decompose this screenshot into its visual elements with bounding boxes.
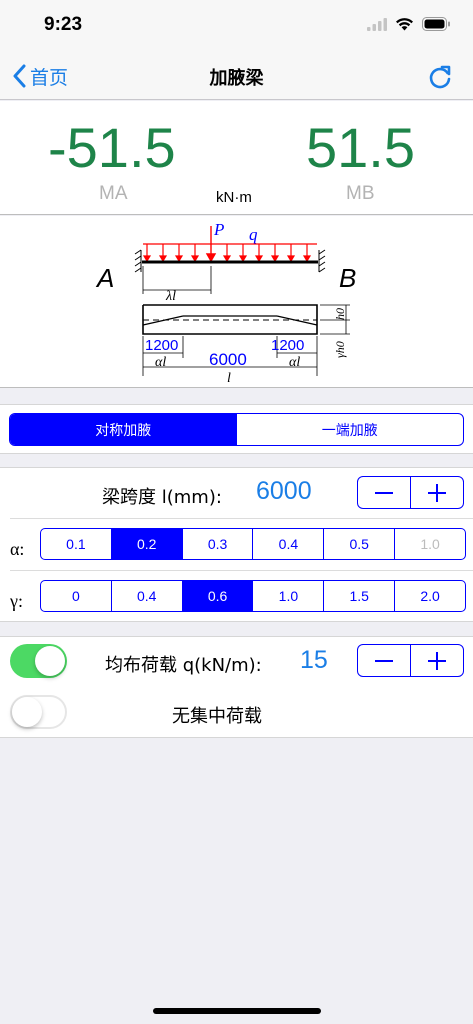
divider <box>10 570 473 571</box>
toggle-knob <box>35 646 65 676</box>
uniform-load-stepper <box>357 644 464 677</box>
haunch-mode-segmented-control: 对称加腋 一端加腋 <box>9 413 464 446</box>
toggle-knob <box>12 697 42 727</box>
alpha-option-1-0: 1.0 <box>394 529 465 559</box>
alpha-option-0-4[interactable]: 0.4 <box>252 529 323 559</box>
alpha-options: 0.1 0.2 0.3 0.4 0.5 1.0 <box>40 528 466 560</box>
navigation-bar: 首页 加腋梁 <box>0 52 473 100</box>
divider <box>10 518 473 519</box>
cellular-icon <box>367 16 387 35</box>
moment-unit: kN·m <box>216 189 252 206</box>
label-l: l <box>227 371 231 386</box>
moment-b-value: 51.5 <box>306 116 415 179</box>
gamma-option-0[interactable]: 0 <box>41 581 111 611</box>
label-q: q <box>249 225 258 244</box>
gamma-options: 0 0.4 0.6 1.0 1.5 2.0 <box>40 580 466 612</box>
moment-a-value: -51.5 <box>48 116 176 179</box>
uniform-load-arrows <box>142 243 317 263</box>
plus-icon <box>428 651 446 670</box>
status-bar: 9:23 <box>0 0 473 52</box>
moment-a-label: MA <box>99 183 128 204</box>
page-title: 加腋梁 <box>209 68 264 89</box>
span-length: 6000 <box>209 350 247 369</box>
alpha-option-0-3[interactable]: 0.3 <box>181 529 253 559</box>
label-gamma-h0: γh0 <box>333 341 347 358</box>
uniform-load-value: 15 <box>300 646 328 674</box>
label-lambda-l: λl <box>165 289 176 304</box>
alpha-option-0-2[interactable]: 0.2 <box>110 529 182 559</box>
uniform-load-label: 均布荷载 q(kN/m): <box>105 655 262 676</box>
span-stepper <box>357 476 464 509</box>
gamma-option-2-0[interactable]: 2.0 <box>394 581 465 611</box>
haunch-mode-section: 对称加腋 一端加腋 <box>0 404 473 454</box>
load-decrement-button[interactable] <box>358 645 410 676</box>
moment-b-label: MB <box>346 183 375 204</box>
plus-icon <box>428 483 446 502</box>
uniform-load-toggle[interactable] <box>10 644 67 678</box>
gamma-option-0-4[interactable]: 0.4 <box>110 581 182 611</box>
label-h0: h0 <box>333 308 347 320</box>
alpha-label: α: <box>10 539 25 559</box>
label-alpha-l-right: αl <box>289 355 300 370</box>
minus-icon <box>375 659 393 662</box>
label-b: B <box>339 263 356 293</box>
gamma-label: γ: <box>10 591 23 611</box>
status-icons <box>367 16 451 35</box>
parameters-section: 梁跨度 l(mm): 6000 α: 0.1 0.2 0.3 0.4 0.5 1… <box>0 467 473 622</box>
moment-results: -51.5 51.5 MA kN·m MB <box>0 101 473 215</box>
label-a: A <box>95 263 114 293</box>
loads-section: 均布荷载 q(kN/m): 15 无集中荷载 <box>0 636 473 738</box>
gamma-option-1-5[interactable]: 1.5 <box>323 581 394 611</box>
label-alpha-l-left: αl <box>155 355 166 370</box>
minus-icon <box>375 491 393 494</box>
gamma-option-1-0[interactable]: 1.0 <box>252 581 323 611</box>
span-increment-button[interactable] <box>410 477 463 508</box>
left-haunch-length: 1200 <box>145 337 178 354</box>
alpha-option-0-1[interactable]: 0.1 <box>41 529 111 559</box>
point-load-label: 无集中荷载 <box>172 706 262 727</box>
point-load-toggle[interactable] <box>10 695 67 729</box>
wifi-icon <box>395 16 414 35</box>
battery-icon <box>422 16 451 35</box>
alpha-option-0-5[interactable]: 0.5 <box>323 529 394 559</box>
beam-diagram: P q A B λl h0 γh0 1200 6000 1200 αl αl l <box>0 216 473 388</box>
gamma-option-0-6[interactable]: 0.6 <box>181 581 253 611</box>
span-decrement-button[interactable] <box>358 477 410 508</box>
home-indicator <box>153 1008 321 1014</box>
label-p: P <box>213 220 224 239</box>
status-time: 9:23 <box>44 14 83 35</box>
refresh-icon <box>429 65 451 89</box>
segment-symmetric-haunch[interactable]: 对称加腋 <box>10 414 237 445</box>
segment-one-end-haunch[interactable]: 一端加腋 <box>237 414 464 445</box>
span-value: 6000 <box>256 477 312 505</box>
beam-diagram-svg: P q A B λl h0 γh0 1200 6000 1200 αl αl l <box>95 220 356 386</box>
refresh-button[interactable] <box>427 64 453 90</box>
load-increment-button[interactable] <box>410 645 463 676</box>
span-label: 梁跨度 l(mm): <box>102 487 222 508</box>
right-haunch-length: 1200 <box>271 337 304 354</box>
